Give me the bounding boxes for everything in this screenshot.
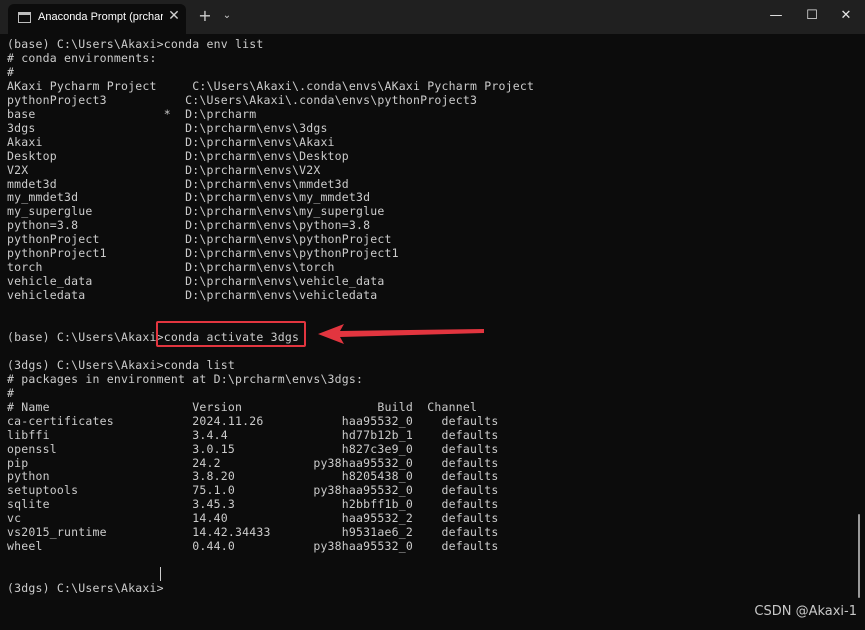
terminal-line: wheel 0.44.0 py38haa95532_0 defaults (7, 539, 499, 554)
terminal-line: vehicle_data D:\prcharm\envs\vehicle_dat… (7, 274, 385, 289)
terminal-line: python=3.8 D:\prcharm\envs\python=3.8 (7, 218, 371, 233)
tab-close-button[interactable]: ✕ (166, 8, 182, 24)
watermark: CSDN @Akaxi-1 (754, 604, 857, 619)
terminal-line: # (7, 385, 15, 400)
terminal-line: base * D:\prcharm (7, 106, 257, 121)
terminal-line: AKaxi Pycharm Project C:\Users\Akaxi\.co… (7, 78, 535, 93)
terminal-line: openssl 3.0.15 h827c3e9_0 defaults (7, 441, 499, 456)
terminal-line: vs2015_runtime 14.42.34433 h9531ae6_2 de… (7, 525, 499, 540)
close-button[interactable]: ✕ (826, 0, 865, 32)
terminal-line: ca-certificates 2024.11.26 haa95532_0 de… (7, 413, 499, 428)
terminal-line: (base) C:\Users\Akaxi>conda env list (7, 37, 264, 51)
scrollbar[interactable] (858, 514, 860, 598)
title-bar: Anaconda Prompt (prcharm) · ✕ + ⌄ — ☐ ✕ (0, 0, 865, 35)
new-tab-button[interactable]: + (197, 8, 213, 24)
minimize-button[interactable]: — (756, 0, 796, 32)
terminal-line: # conda environments: (7, 50, 157, 65)
highlight-box (156, 321, 306, 347)
terminal-line: python 3.8.20 h8205438_0 defaults (7, 469, 499, 484)
terminal-icon (18, 12, 31, 23)
tab-dropdown-button[interactable]: ⌄ (220, 9, 234, 23)
text-cursor (160, 567, 161, 581)
terminal-tab[interactable]: Anaconda Prompt (prcharm) · ✕ (8, 4, 186, 34)
terminal-line: # packages in environment at D:\prcharm\… (7, 371, 364, 386)
terminal-line: (3dgs) C:\Users\Akaxi>conda list (7, 357, 235, 372)
terminal-line: libffi 3.4.4 hd77b12b_1 defaults (7, 427, 499, 442)
terminal-line: V2X D:\prcharm\envs\V2X (7, 162, 321, 177)
arrow-left-icon (318, 324, 484, 344)
terminal-line: vc 14.40 haa95532_2 defaults (7, 511, 499, 526)
terminal-line: pythonProject3 C:\Users\Akaxi\.conda\env… (7, 92, 478, 107)
terminal-line: setuptools 75.1.0 py38haa95532_0 default… (7, 483, 499, 498)
tab-title: Anaconda Prompt (prcharm) · (38, 11, 163, 23)
terminal-line: my_mmdet3d D:\prcharm\envs\my_mmdet3d (7, 190, 371, 205)
terminal-line: # (7, 64, 15, 79)
terminal-line: pythonProject D:\prcharm\envs\pythonProj… (7, 232, 392, 247)
terminal-line: torch D:\prcharm\envs\torch (7, 260, 335, 275)
terminal-line: sqlite 3.45.3 h2bbff1b_0 defaults (7, 497, 499, 512)
terminal-line: Akaxi D:\prcharm\envs\Akaxi (7, 134, 335, 149)
terminal-line: 3dgs D:\prcharm\envs\3dgs (7, 120, 328, 135)
terminal-line: pythonProject1 D:\prcharm\envs\pythonPro… (7, 246, 399, 261)
terminal-line: my_superglue D:\prcharm\envs\my_superglu… (7, 204, 385, 219)
terminal-line: pip 24.2 py38haa95532_0 defaults (7, 455, 499, 470)
terminal-line: (3dgs) C:\Users\Akaxi> (7, 581, 164, 596)
terminal-line: Desktop D:\prcharm\envs\Desktop (7, 148, 349, 163)
terminal-line: vehicledata D:\prcharm\envs\vehicledata (7, 288, 378, 303)
terminal-line: mmdet3d D:\prcharm\envs\mmdet3d (7, 176, 349, 191)
terminal-line: # Name Version Build Channel (7, 399, 478, 414)
